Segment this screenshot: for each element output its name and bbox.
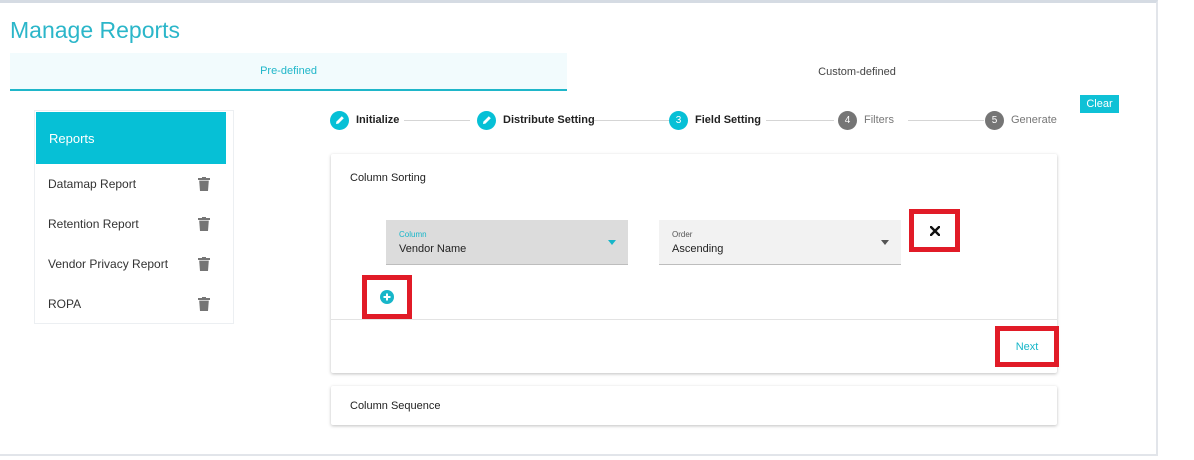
sidebar-header: Reports <box>36 112 226 164</box>
step-connector <box>404 120 470 121</box>
caret-down-icon <box>608 240 616 245</box>
step-label: Distribute Setting <box>503 114 595 126</box>
sidebar-item-label: Vendor Privacy Report <box>48 257 169 271</box>
add-circle-icon <box>380 290 394 304</box>
close-icon <box>929 225 940 236</box>
step-number: 4 <box>838 110 857 130</box>
step-connector <box>594 120 670 121</box>
pencil-icon <box>330 110 349 130</box>
column-sequence-panel[interactable]: Column Sequence <box>331 386 1057 425</box>
clear-button[interactable]: Clear <box>1080 95 1119 113</box>
column-select-value: Vendor Name <box>399 243 467 255</box>
sidebar-item-vendor-privacy-report[interactable]: Vendor Privacy Report <box>35 244 233 284</box>
sidebar-item-label: Retention Report <box>48 217 139 231</box>
sidebar-item-retention-report[interactable]: Retention Report <box>35 204 233 244</box>
column-select[interactable]: Column Vendor Name <box>386 220 628 265</box>
step-initialize[interactable]: Initialize <box>330 108 399 132</box>
sidebar-item-ropa[interactable]: ROPA <box>35 284 233 324</box>
sidebar-item-datamap-report[interactable]: Datamap Report <box>35 164 233 204</box>
order-select-label: Order <box>672 230 693 239</box>
step-connector <box>908 120 984 121</box>
order-select-value: Ascending <box>672 243 724 255</box>
step-number: 5 <box>985 110 1004 130</box>
trash-icon[interactable] <box>198 297 210 311</box>
step-field-setting[interactable]: 3 Field Setting <box>669 108 761 132</box>
tab-pre-defined[interactable]: Pre-defined <box>10 53 567 91</box>
step-label: Initialize <box>356 114 400 126</box>
trash-icon[interactable] <box>198 217 210 231</box>
step-distribute-setting[interactable]: Distribute Setting <box>477 108 595 132</box>
add-sort-button[interactable] <box>362 275 412 319</box>
order-select[interactable]: Order Ascending <box>659 220 901 265</box>
step-connector <box>766 120 834 121</box>
report-stepper: Initialize Distribute Setting 3 Field Se… <box>330 108 1060 132</box>
panel-divider <box>331 319 1057 320</box>
tab-custom-defined[interactable]: Custom-defined <box>567 53 1147 91</box>
step-number: 3 <box>669 110 688 130</box>
step-filters[interactable]: 4 Filters <box>838 108 894 132</box>
report-tabs: Pre-defined Custom-defined <box>10 53 1147 91</box>
next-button[interactable]: Next <box>995 326 1059 367</box>
panel-title: Column Sequence <box>350 400 441 412</box>
sidebar-item-label: Datamap Report <box>48 177 137 191</box>
trash-icon[interactable] <box>198 177 210 191</box>
column-select-label: Column <box>399 230 427 239</box>
step-label: Generate <box>1011 114 1057 126</box>
column-sorting-panel: Column Sorting Column Vendor Name Order … <box>331 154 1059 373</box>
trash-icon[interactable] <box>198 257 210 271</box>
caret-down-icon <box>881 240 889 245</box>
step-generate[interactable]: 5 Generate <box>985 108 1057 132</box>
sidebar-item-label: ROPA <box>48 297 82 311</box>
step-label: Field Setting <box>695 114 761 126</box>
panel-title: Column Sorting <box>350 172 426 184</box>
step-label: Filters <box>864 114 894 126</box>
next-button-label: Next <box>1015 340 1039 353</box>
reports-sidebar: Reports Datamap Report Retention Report … <box>34 110 234 324</box>
page-title: Manage Reports <box>10 17 181 43</box>
pencil-icon <box>477 110 496 130</box>
remove-sort-button[interactable] <box>909 209 960 252</box>
